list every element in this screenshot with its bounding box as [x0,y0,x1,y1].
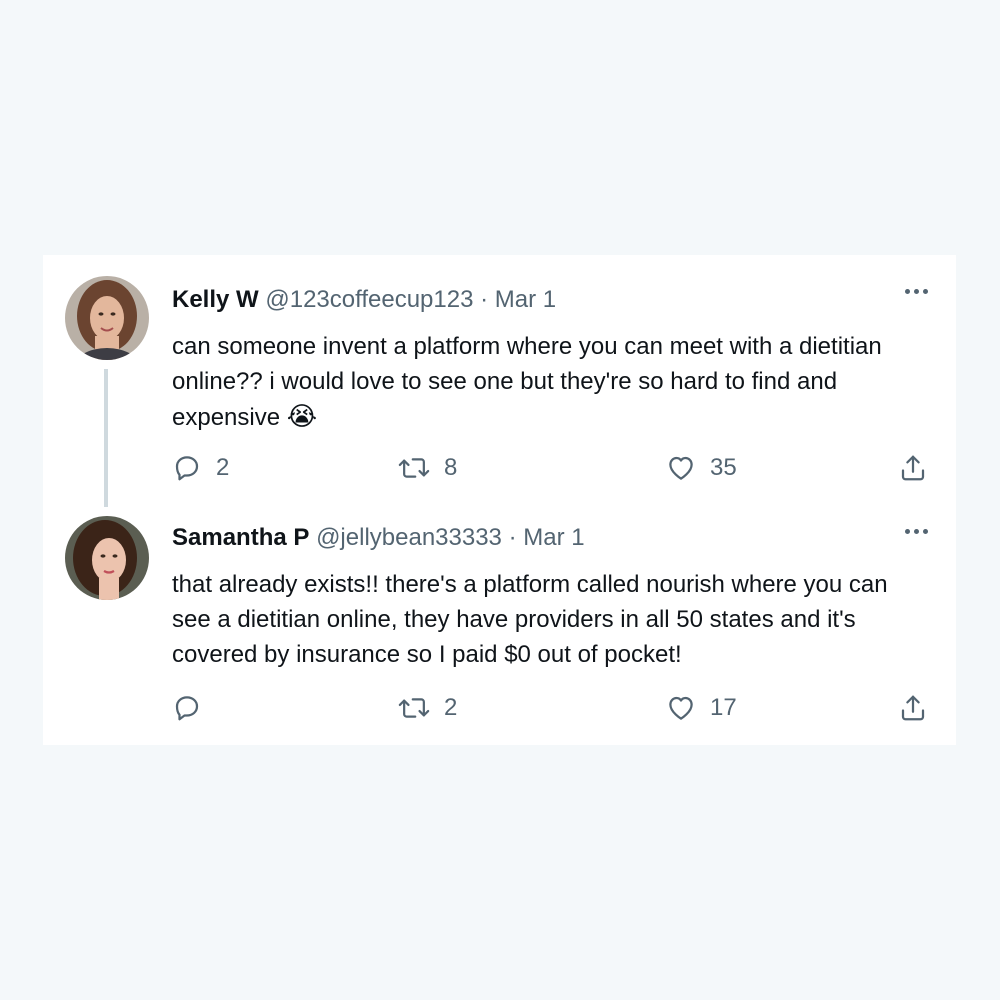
retweet-button[interactable]: 8 [398,451,457,485]
reply-icon [175,456,199,481]
separator: · [480,286,489,313]
tweet-text: can someone invent a platform where you … [172,329,932,435]
like-count: 35 [710,454,737,481]
separator: · [508,524,517,551]
tweet-actions: 2 17 [172,691,932,725]
more-dot-icon [913,528,919,534]
like-button[interactable]: 17 [666,691,737,725]
retweet-icon [398,458,430,478]
tweet-text-content: can someone invent a platform where you … [172,333,882,431]
reply-count: 2 [216,454,230,481]
tweet-date[interactable]: Mar 1 [495,286,556,313]
reply-icon [175,696,199,721]
heart-icon [669,696,693,720]
avatar[interactable] [65,276,149,360]
thread-connector [104,369,108,507]
more-options-button[interactable] [898,281,934,301]
tweet-header: Samantha P @jellybean33333 · Mar 1 [172,523,585,553]
user-handle[interactable]: @123coffeecup123 [265,286,473,313]
more-dot-icon [904,288,910,294]
more-dot-icon [922,288,928,294]
share-button[interactable] [898,451,928,485]
like-count: 17 [710,694,737,721]
more-dot-icon [913,288,919,294]
retweet-count: 8 [444,454,458,481]
tweet-actions: 2 8 35 [172,451,932,485]
user-handle[interactable]: @jellybean33333 [316,524,502,551]
heart-icon [669,456,693,480]
more-dot-icon [904,528,910,534]
avatar-photo-icon [65,276,149,360]
avatar[interactable] [65,516,149,600]
like-button[interactable]: 35 [666,451,737,485]
retweet-icon [398,698,430,718]
more-options-button[interactable] [898,521,934,541]
crying-face-emoji: 😭 [286,401,318,431]
reply-button[interactable]: 2 [172,451,229,485]
tweet-samantha[interactable]: Samantha P @jellybean33333 · Mar 1 that … [43,507,956,745]
retweet-button[interactable]: 2 [398,691,457,725]
tweet-thread-card: Kelly W @123coffeecup123 · Mar 1 can som… [43,255,956,745]
tweet-kelly[interactable]: Kelly W @123coffeecup123 · Mar 1 can som… [43,255,956,507]
more-dot-icon [922,528,928,534]
avatar-photo-icon [65,516,149,600]
share-icon [901,455,925,481]
tweet-date[interactable]: Mar 1 [523,524,584,551]
reply-button[interactable] [172,691,216,725]
share-icon [901,695,925,721]
display-name[interactable]: Kelly W [172,286,259,313]
tweet-text: that already exists!! there's a platform… [172,567,932,672]
display-name[interactable]: Samantha P [172,524,309,551]
tweet-text-content: that already exists!! there's a platform… [172,571,888,668]
share-button[interactable] [898,691,928,725]
tweet-header: Kelly W @123coffeecup123 · Mar 1 [172,285,556,315]
retweet-count: 2 [444,694,458,721]
